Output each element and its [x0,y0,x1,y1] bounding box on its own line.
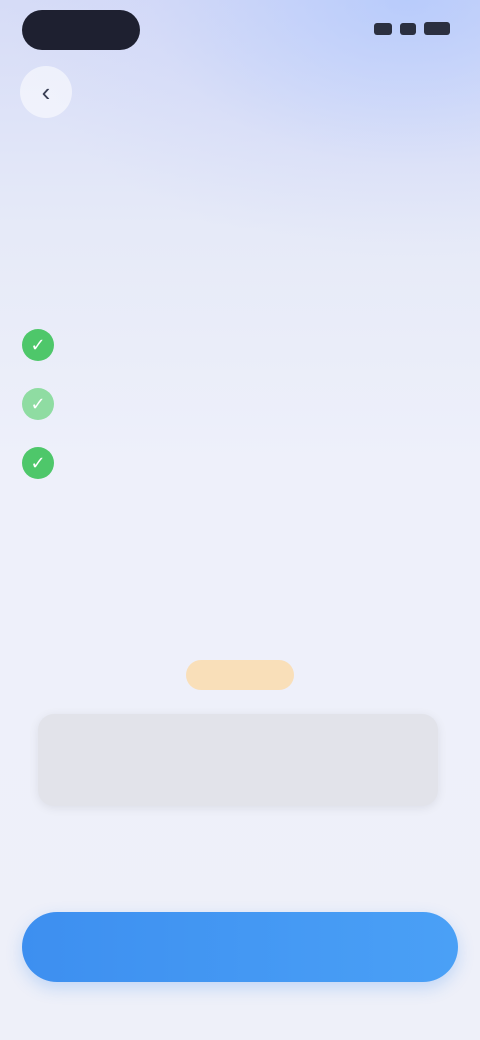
wifi-icon [400,22,416,35]
check-icon: ✓ [22,388,54,420]
benefit-item: ✓ [22,327,82,363]
continue-button[interactable] [22,912,458,982]
chevron-left-icon: ‹ [41,76,51,107]
offer-badge [186,660,294,690]
battery-icon [424,22,450,35]
back-button[interactable]: ‹ [20,66,72,118]
benefit-item: ✓ [22,445,82,481]
plan-option-card[interactable] [38,714,438,806]
check-icon: ✓ [22,447,54,479]
benefit-item: ✓ [22,386,82,422]
signal-icon [374,22,392,35]
status-time-pill [22,10,140,50]
check-icon: ✓ [22,329,54,361]
status-icons [374,22,450,35]
nav-title [140,74,340,98]
